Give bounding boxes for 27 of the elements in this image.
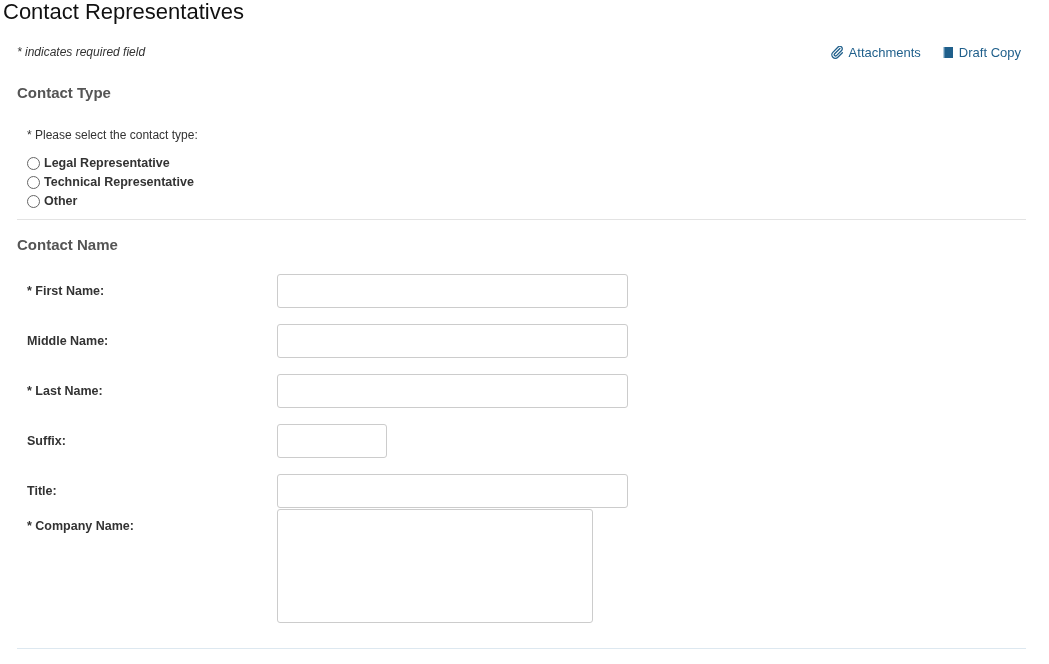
radio-option[interactable]: Other (27, 194, 78, 208)
field-label: Suffix: (27, 434, 67, 448)
toolbar-link[interactable]: Attachments (830, 44, 921, 60)
radio-button[interactable] (27, 194, 40, 208)
field-label: * Last Name: (27, 384, 104, 398)
input-field[interactable] (277, 374, 628, 408)
radio-button[interactable] (27, 175, 40, 189)
input-field[interactable] (277, 274, 628, 308)
book-icon (942, 45, 954, 59)
section-heading: Contact Type (17, 84, 112, 102)
radio-option[interactable]: Legal Representative (27, 156, 170, 170)
input-field[interactable] (277, 424, 387, 458)
radio-prompt: * Please select the contact type: (27, 128, 199, 142)
radio-button[interactable] (27, 156, 40, 170)
field-label: * First Name: (27, 284, 106, 298)
input-field[interactable] (277, 474, 628, 508)
page-title: Contact Representatives (3, 0, 245, 24)
field-label: Middle Name: (27, 334, 110, 348)
input-field[interactable] (277, 324, 628, 358)
input-field[interactable] (277, 509, 593, 623)
field-label: Title: (27, 484, 58, 498)
toolbar-link[interactable]: Draft Copy (942, 44, 1021, 60)
radio-option[interactable]: Technical Representative (27, 175, 194, 189)
paperclip-icon (830, 45, 844, 59)
field-label: * Company Name: (27, 518, 135, 533)
section-heading: Contact Name (17, 236, 119, 254)
required-note: * indicates required field (17, 45, 146, 59)
